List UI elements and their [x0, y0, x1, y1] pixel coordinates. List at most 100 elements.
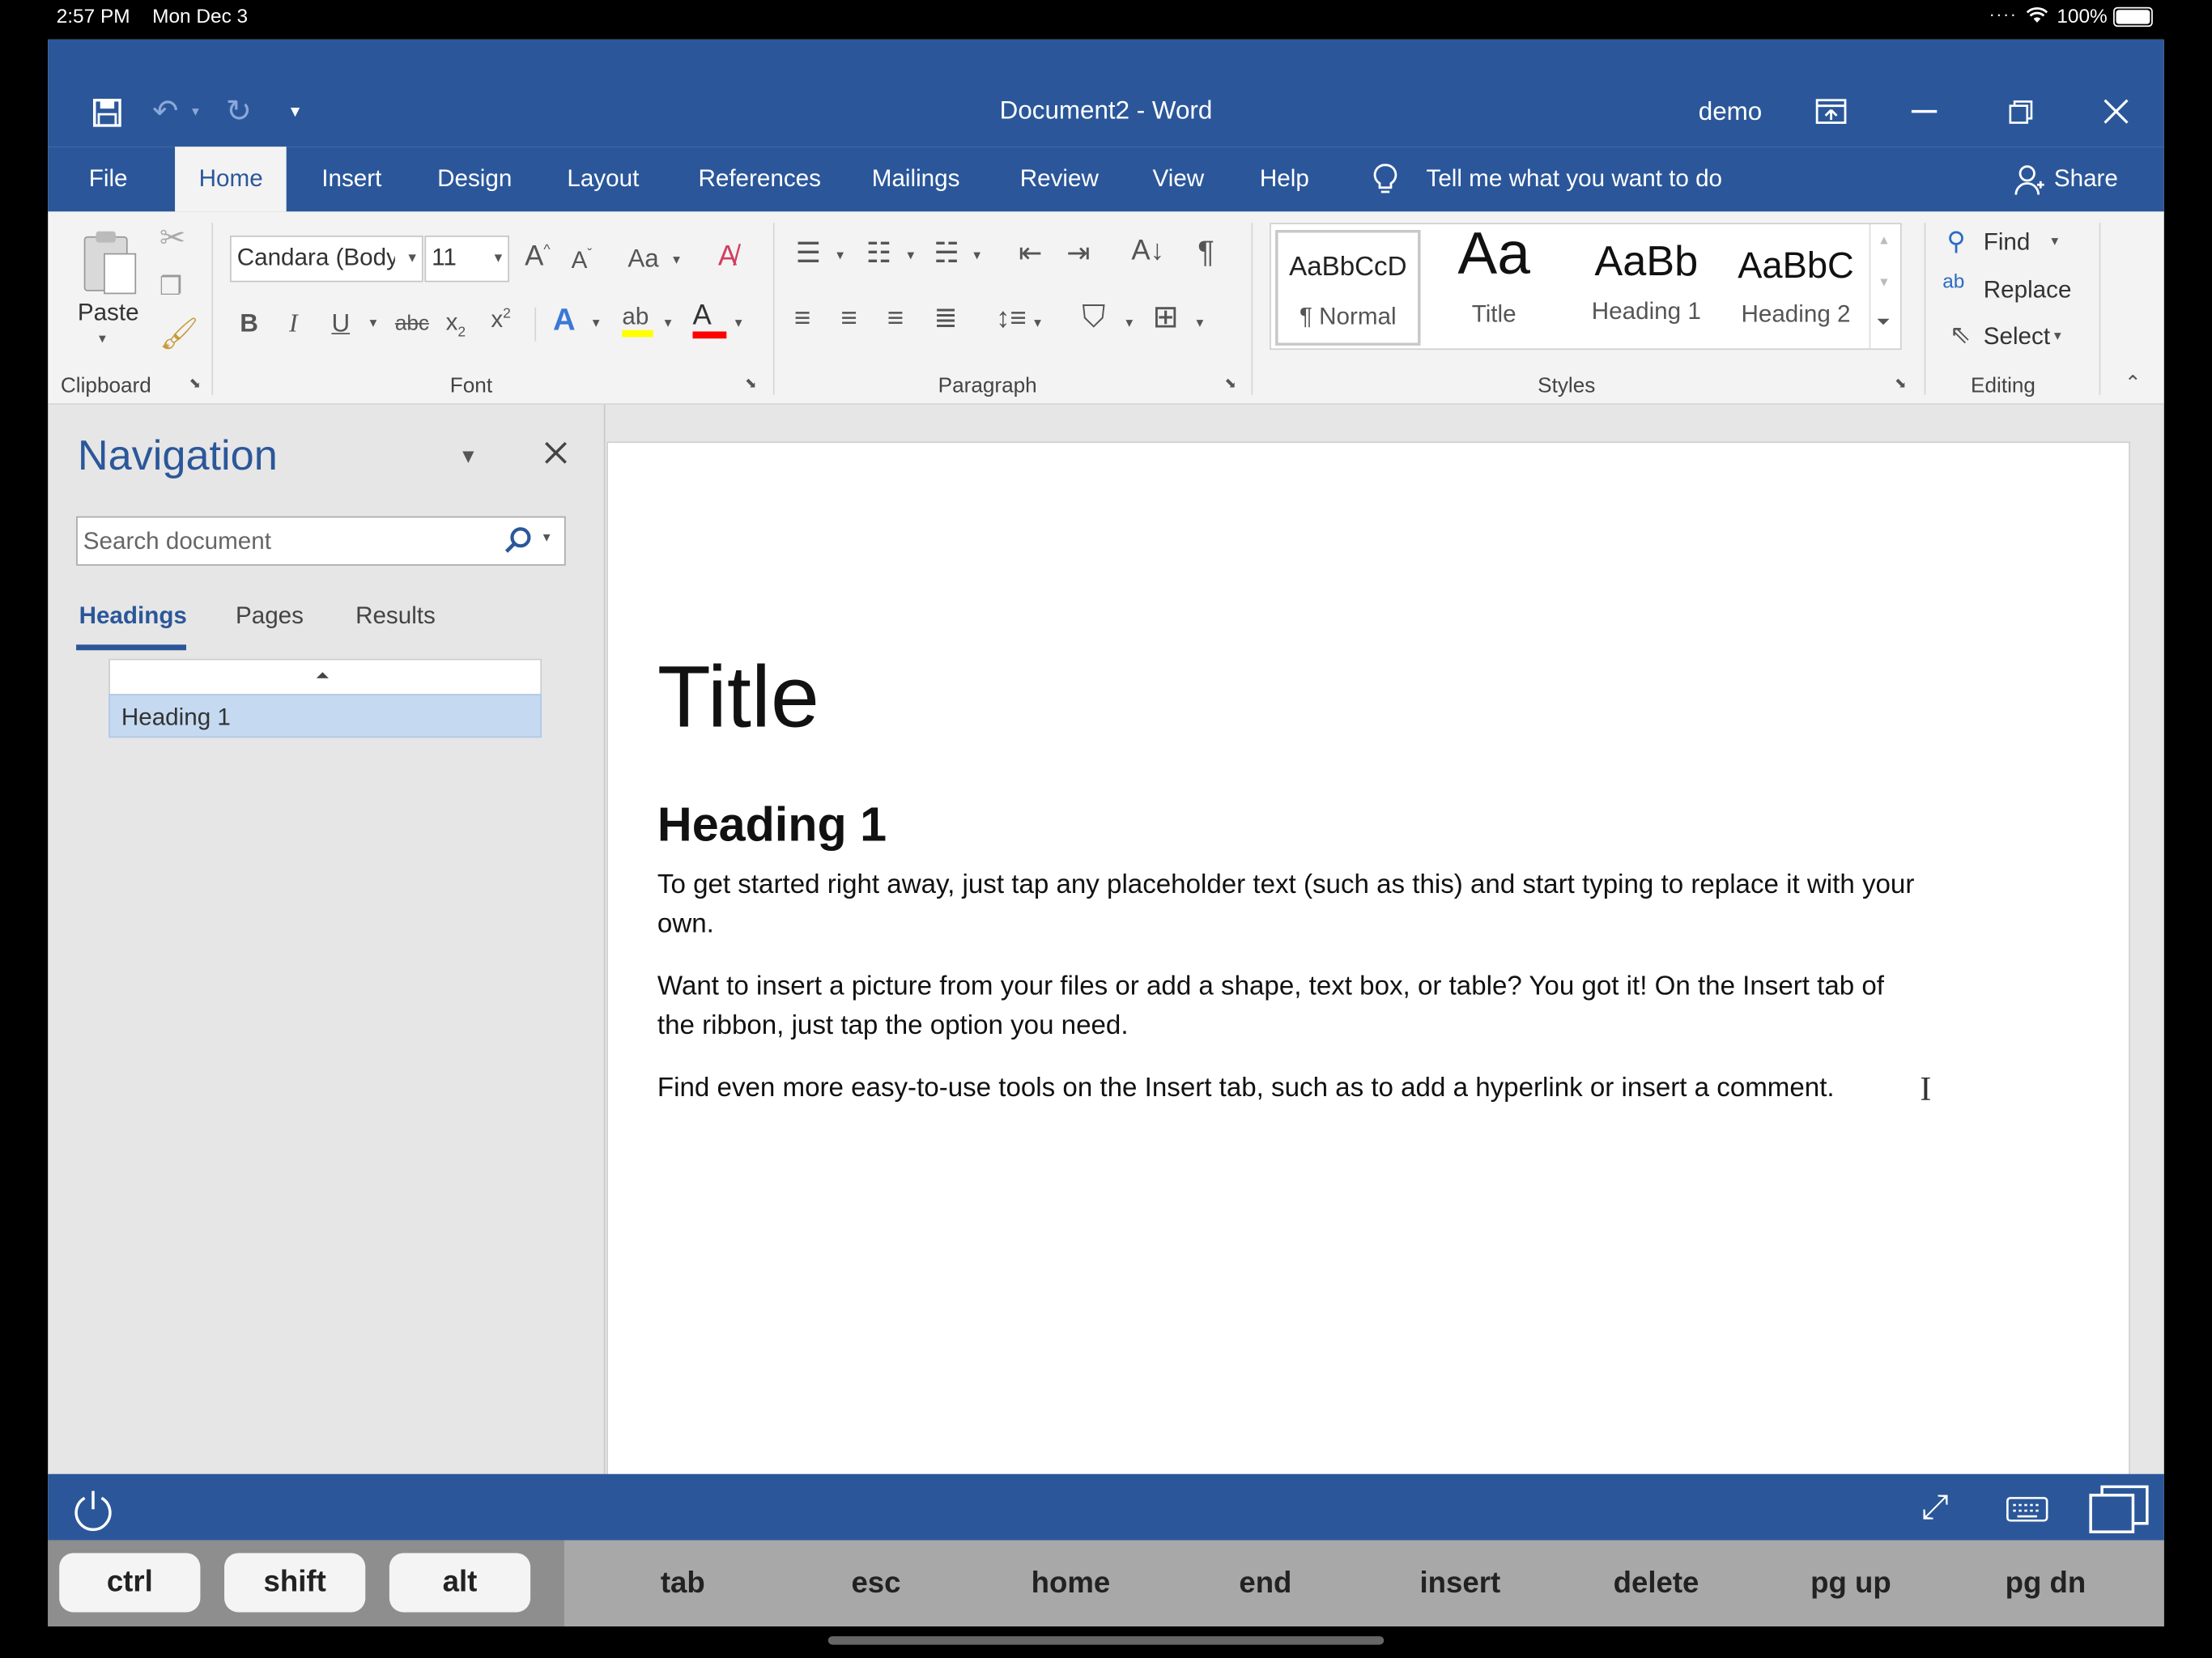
- decrease-indent-icon[interactable]: ⇤: [1019, 240, 1042, 268]
- tab-design[interactable]: Design: [437, 147, 512, 211]
- ctrl-key[interactable]: ctrl: [59, 1553, 201, 1613]
- multilevel-dropdown-icon[interactable]: ▾: [973, 249, 981, 263]
- replace-button[interactable]: Replace: [1984, 277, 2072, 305]
- close-navigation-icon[interactable]: [545, 441, 568, 464]
- shrink-font-icon[interactable]: Aˇ: [572, 248, 593, 272]
- show-formatting-icon[interactable]: ¶: [1197, 236, 1214, 268]
- fullscreen-icon[interactable]: ⤢: [1921, 1488, 1948, 1528]
- select-cursor-icon[interactable]: ⇖: [1950, 321, 1971, 346]
- justify-icon[interactable]: ≣: [934, 304, 957, 333]
- styles-launcher-icon[interactable]: ⬊: [1895, 377, 1907, 392]
- bullets-icon[interactable]: ☰: [796, 240, 821, 268]
- select-dropdown-icon[interactable]: ▾: [2054, 329, 2061, 344]
- tab-review[interactable]: Review: [1020, 147, 1099, 211]
- collapse-all-headings-button[interactable]: ⏶: [108, 658, 542, 695]
- tab-key[interactable]: tab: [627, 1541, 739, 1626]
- format-painter-icon[interactable]: 🖌: [160, 318, 199, 350]
- italic-icon[interactable]: I: [289, 310, 297, 335]
- tab-mailings[interactable]: Mailings: [872, 147, 960, 211]
- highlight-icon[interactable]: ab: [622, 304, 653, 338]
- change-case-dropdown-icon[interactable]: ▾: [673, 253, 680, 268]
- delete-key[interactable]: delete: [1593, 1541, 1720, 1626]
- shading-icon[interactable]: ⛉: [1082, 301, 1105, 333]
- bold-icon[interactable]: B: [240, 310, 258, 335]
- find-dropdown-icon[interactable]: ▾: [2051, 235, 2058, 249]
- find-button[interactable]: Find: [1984, 228, 2031, 257]
- end-key[interactable]: end: [1209, 1541, 1321, 1626]
- insert-key[interactable]: insert: [1397, 1541, 1524, 1626]
- styles-gallery[interactable]: AaBbCcD ¶ Normal Aa Title AaBb Heading 1…: [1270, 223, 1902, 351]
- search-icon[interactable]: [504, 526, 532, 555]
- font-color-icon[interactable]: A: [692, 302, 727, 339]
- nav-heading-item[interactable]: Heading 1: [108, 694, 542, 738]
- style-heading2[interactable]: AaBbC Heading 2: [1725, 230, 1866, 340]
- text-effects-dropdown-icon[interactable]: ▾: [593, 317, 600, 331]
- close-window-icon[interactable]: [2104, 99, 2129, 124]
- font-name-box[interactable]: Candara (Body ▾: [230, 235, 423, 283]
- keyboard-icon[interactable]: [2006, 1497, 2048, 1522]
- paste-dropdown-icon[interactable]: ▾: [99, 332, 106, 346]
- power-icon[interactable]: [70, 1486, 116, 1532]
- cut-icon[interactable]: ✂: [160, 222, 185, 253]
- home-indicator[interactable]: [827, 1636, 1385, 1645]
- styles-down-icon[interactable]: ▼: [1878, 275, 1891, 289]
- styles-more-icon[interactable]: ⏷: [1876, 312, 1890, 333]
- style-normal[interactable]: AaBbCcD ¶ Normal: [1275, 230, 1421, 346]
- navigation-options-icon[interactable]: ▼: [458, 444, 478, 467]
- highlight-dropdown-icon[interactable]: ▾: [665, 317, 672, 331]
- tab-file[interactable]: File: [89, 147, 128, 211]
- search-document-input[interactable]: Search document ▾: [76, 516, 566, 566]
- user-name[interactable]: demo: [1699, 97, 1762, 127]
- numbering-dropdown-icon[interactable]: ▾: [907, 249, 914, 263]
- doc-title[interactable]: Title: [657, 648, 819, 748]
- increase-indent-icon[interactable]: ⇥: [1066, 240, 1090, 268]
- tab-view[interactable]: View: [1152, 147, 1204, 211]
- minimize-icon[interactable]: [1911, 109, 1938, 113]
- borders-icon[interactable]: ⊞: [1152, 301, 1178, 333]
- underline-icon[interactable]: U: [331, 310, 350, 335]
- nav-tab-pages[interactable]: Pages: [236, 602, 304, 631]
- styles-up-icon[interactable]: ▲: [1878, 232, 1891, 246]
- ribbon-display-options-icon[interactable]: [1815, 99, 1847, 124]
- line-spacing-dropdown-icon[interactable]: ▾: [1034, 317, 1041, 331]
- paragraph-launcher-icon[interactable]: ⬊: [1224, 377, 1236, 392]
- doc-paragraph[interactable]: Want to insert a picture from your files…: [657, 967, 1927, 1047]
- strikethrough-icon[interactable]: abc: [395, 313, 429, 334]
- font-color-dropdown-icon[interactable]: ▾: [735, 317, 742, 331]
- borders-dropdown-icon[interactable]: ▾: [1197, 317, 1204, 331]
- align-left-icon[interactable]: ≡: [794, 304, 810, 333]
- window-switch-icon[interactable]: [2088, 1484, 2150, 1535]
- font-size-box[interactable]: 11 ▾: [424, 235, 509, 283]
- nav-tab-headings[interactable]: Headings: [79, 602, 187, 631]
- sort-icon[interactable]: A↓: [1131, 237, 1164, 266]
- superscript-icon[interactable]: x2: [491, 308, 511, 332]
- paste-icon[interactable]: [79, 228, 142, 296]
- page-up-key[interactable]: pg up: [1788, 1541, 1915, 1626]
- multilevel-list-icon[interactable]: ☵: [934, 240, 959, 268]
- font-size-dropdown-icon[interactable]: ▾: [495, 249, 503, 266]
- center-icon[interactable]: ≡: [840, 304, 857, 333]
- style-heading1[interactable]: AaBb Heading 1: [1570, 230, 1722, 340]
- shading-dropdown-icon[interactable]: ▾: [1125, 317, 1133, 331]
- doc-paragraph[interactable]: To get started right away, just tap any …: [657, 866, 1927, 946]
- style-title[interactable]: Aa Title: [1423, 230, 1564, 340]
- bullets-dropdown-icon[interactable]: ▾: [836, 249, 844, 263]
- font-launcher-icon[interactable]: ⬊: [745, 377, 757, 392]
- text-effects-icon[interactable]: A: [553, 304, 576, 335]
- tab-layout[interactable]: Layout: [567, 147, 639, 211]
- replace-icon[interactable]: ab: [1942, 271, 1964, 291]
- shift-key[interactable]: shift: [224, 1553, 366, 1613]
- document-page[interactable]: Title Heading 1 To get started right awa…: [606, 441, 2130, 1489]
- esc-key[interactable]: esc: [819, 1541, 932, 1626]
- select-button[interactable]: Select: [1984, 323, 2050, 351]
- alt-key[interactable]: alt: [389, 1553, 531, 1613]
- tell-me-search[interactable]: Tell me what you want to do: [1427, 147, 1723, 211]
- grow-font-icon[interactable]: A^: [525, 243, 550, 271]
- tab-home[interactable]: Home: [175, 147, 287, 212]
- doc-paragraph[interactable]: Find even more easy-to-use tools on the …: [657, 1069, 1955, 1109]
- home-key[interactable]: home: [1015, 1541, 1127, 1626]
- subscript-icon[interactable]: x2: [446, 310, 466, 340]
- underline-dropdown-icon[interactable]: ▾: [369, 317, 376, 331]
- doc-heading-1[interactable]: Heading 1: [657, 798, 887, 853]
- nav-tab-results[interactable]: Results: [355, 602, 436, 631]
